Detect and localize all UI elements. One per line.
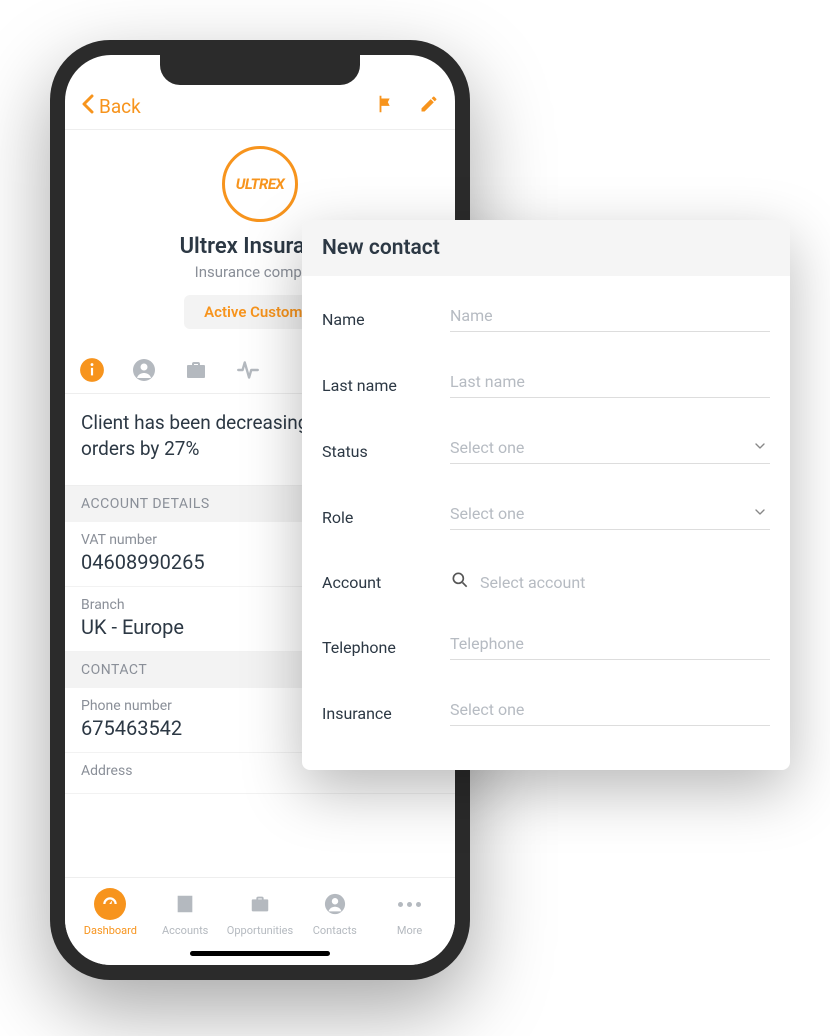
home-indicator: [190, 951, 330, 956]
account-lookup[interactable]: Select account: [450, 570, 770, 594]
nav-more-label: More: [397, 924, 422, 937]
phone-notch: [160, 55, 360, 85]
lastname-label: Last name: [322, 376, 440, 395]
panel-body: Name Name Last name Last name Status Sel…: [302, 276, 790, 770]
name-placeholder: Name: [450, 306, 493, 325]
nav-opportunities-label: Opportunities: [227, 924, 293, 937]
role-label: Role: [322, 508, 440, 527]
role-placeholder: Select one: [450, 504, 524, 523]
insurance-select[interactable]: Select one: [450, 700, 770, 726]
name-label: Name: [322, 310, 440, 329]
tab-person[interactable]: [131, 357, 157, 383]
nav-contacts[interactable]: Contacts: [300, 888, 370, 937]
row-insurance: Insurance Select one: [322, 680, 770, 746]
logo-text: ULTREX: [236, 175, 285, 193]
lastname-placeholder: Last name: [450, 372, 525, 391]
back-label: Back: [99, 95, 141, 118]
account-placeholder: Select account: [480, 573, 585, 592]
dashboard-icon: [94, 888, 126, 920]
flag-icon[interactable]: [375, 93, 397, 119]
nav-right: [375, 93, 439, 119]
insurance-placeholder: Select one: [450, 700, 524, 719]
nav-contacts-label: Contacts: [313, 924, 357, 937]
row-status: Status Select one: [322, 418, 770, 484]
telephone-label: Telephone: [322, 638, 440, 657]
chevron-left-icon: [81, 94, 95, 119]
name-input[interactable]: Name: [450, 306, 770, 332]
row-account: Account Select account: [322, 550, 770, 614]
insurance-label: Insurance: [322, 704, 440, 723]
nav-dashboard[interactable]: Dashboard: [75, 888, 145, 937]
row-role: Role Select one: [322, 484, 770, 550]
account-label: Account: [322, 573, 440, 592]
more-icon: [394, 888, 426, 920]
status-label: Status: [322, 442, 440, 461]
nav-accounts[interactable]: Accounts: [150, 888, 220, 937]
nav-accounts-label: Accounts: [162, 924, 208, 937]
contacts-icon: [319, 888, 351, 920]
lastname-input[interactable]: Last name: [450, 372, 770, 398]
row-telephone: Telephone Telephone: [322, 614, 770, 680]
telephone-input[interactable]: Telephone: [450, 634, 770, 660]
account-logo: ULTREX: [222, 146, 298, 222]
tab-info[interactable]: [79, 357, 105, 383]
nav-more[interactable]: More: [375, 888, 445, 937]
search-icon: [450, 570, 470, 594]
new-contact-panel: New contact Name Name Last name Last nam…: [302, 220, 790, 770]
chevron-down-icon: [752, 438, 768, 458]
telephone-placeholder: Telephone: [450, 634, 524, 653]
nav-opportunities[interactable]: Opportunities: [225, 888, 295, 937]
tab-briefcase[interactable]: [183, 357, 209, 383]
nav-dashboard-label: Dashboard: [84, 924, 137, 937]
accounts-icon: [169, 888, 201, 920]
chevron-down-icon: [752, 504, 768, 524]
row-name: Name Name: [322, 286, 770, 352]
edit-icon[interactable]: [419, 94, 439, 118]
status-select[interactable]: Select one: [450, 438, 770, 464]
panel-title: New contact: [302, 220, 790, 276]
opportunities-icon: [244, 888, 276, 920]
tab-activity[interactable]: [235, 357, 261, 383]
row-lastname: Last name Last name: [322, 352, 770, 418]
status-placeholder: Select one: [450, 438, 524, 457]
back-button[interactable]: Back: [81, 94, 141, 119]
role-select[interactable]: Select one: [450, 504, 770, 530]
